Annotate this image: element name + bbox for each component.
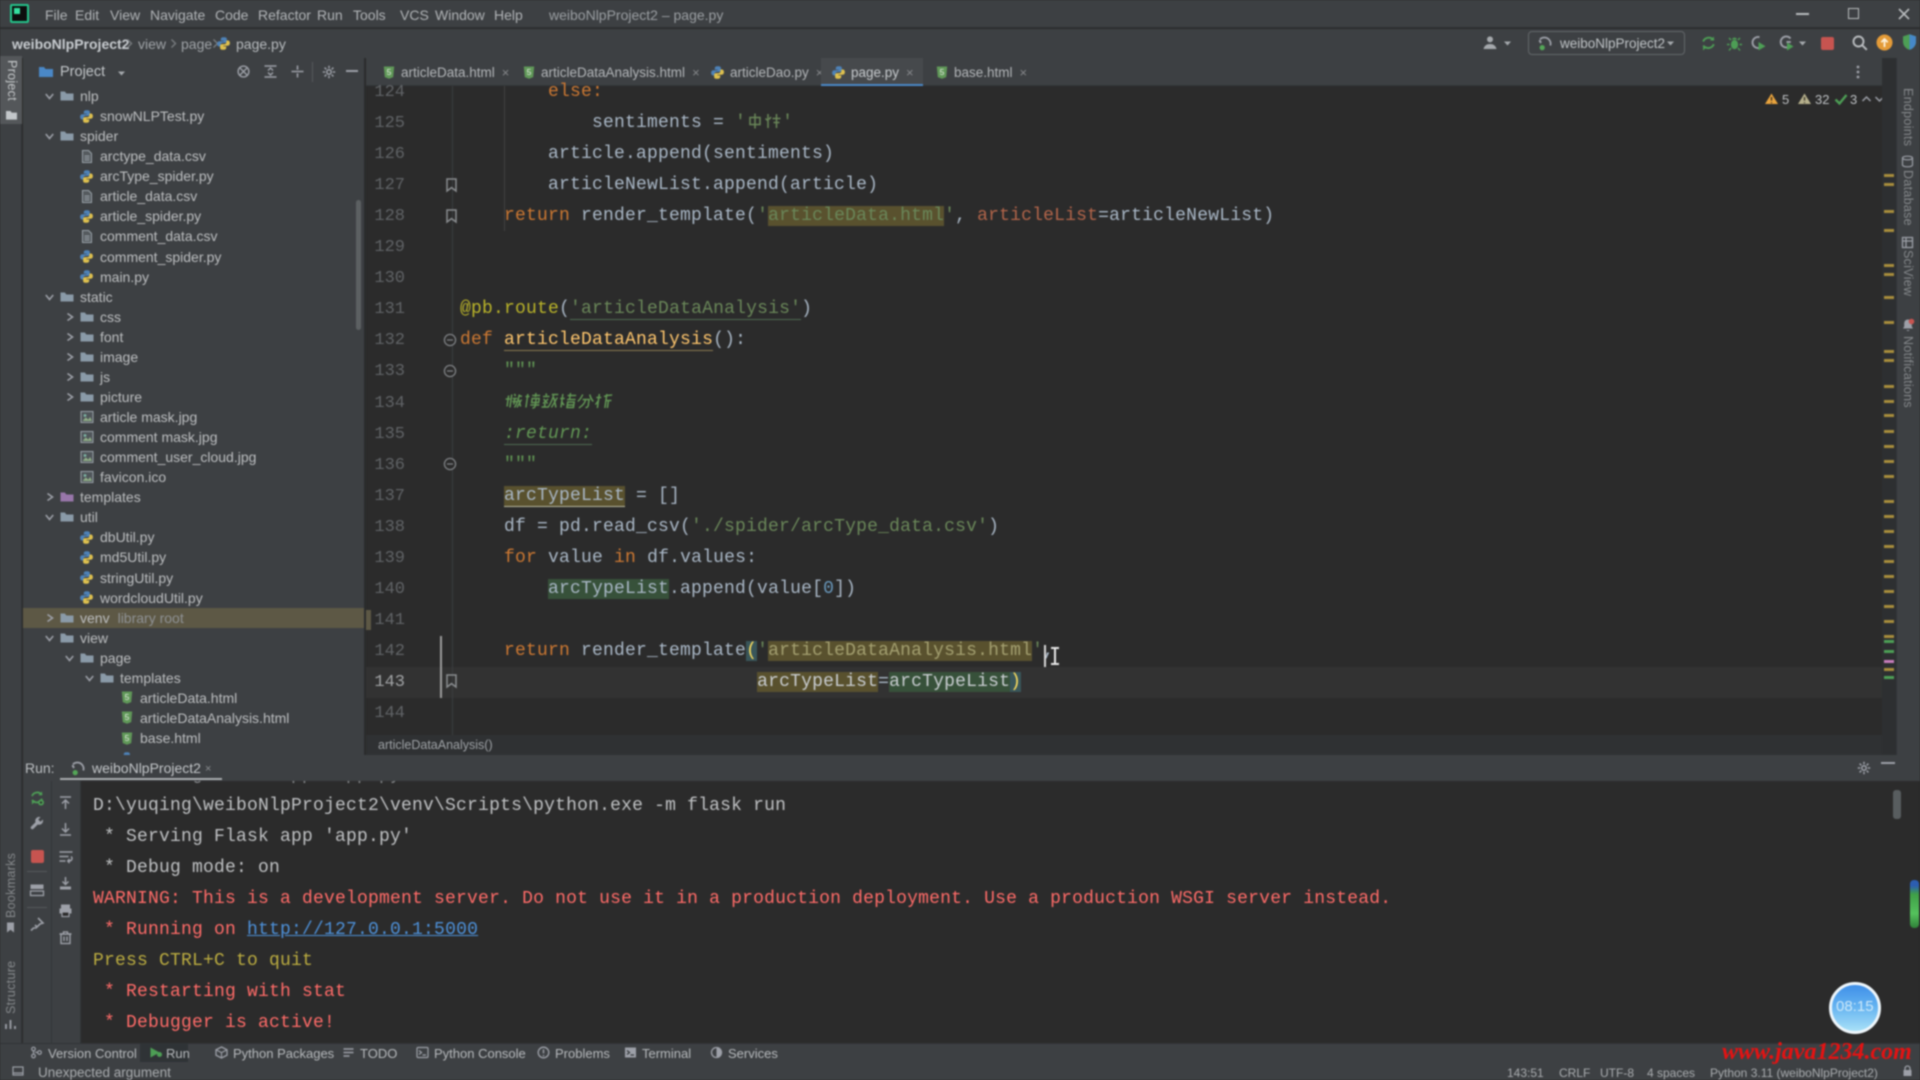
svg-text:5: 5 — [124, 733, 129, 743]
svg-text:5: 5 — [124, 712, 129, 722]
svg-text:5: 5 — [124, 692, 129, 702]
